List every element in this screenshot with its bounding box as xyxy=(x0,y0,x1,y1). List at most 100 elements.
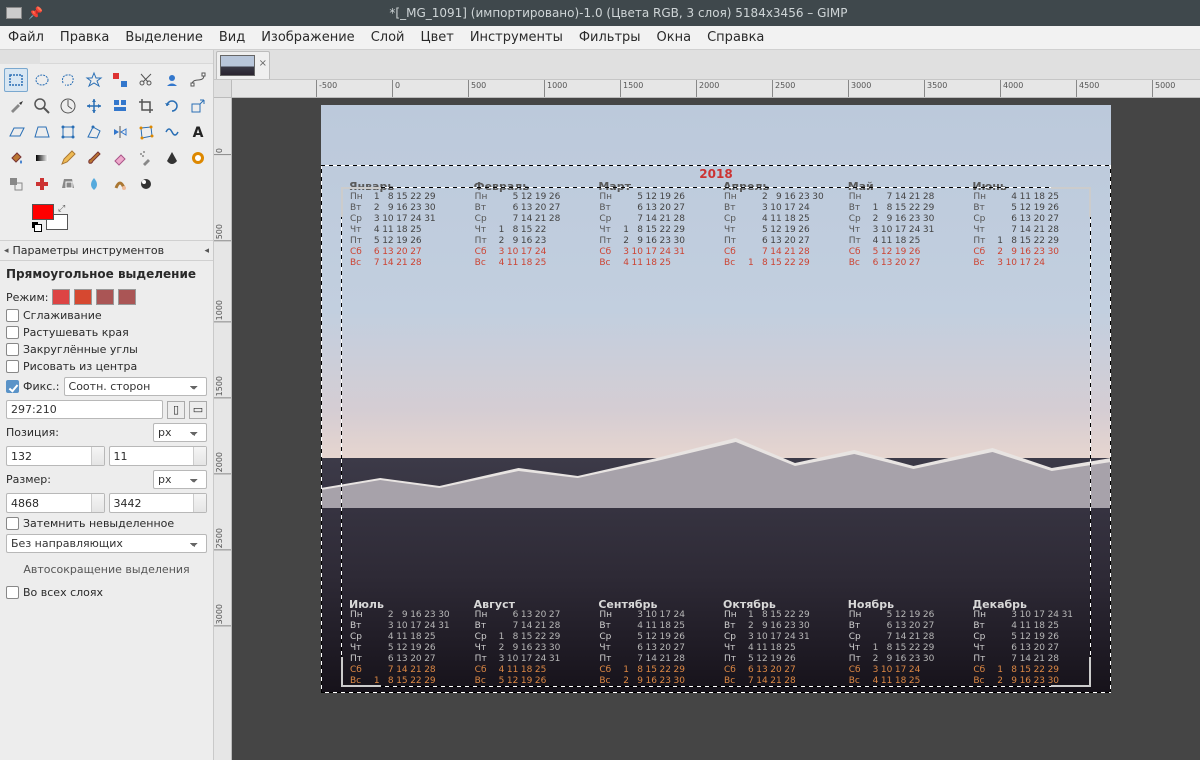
menu-item-слой[interactable]: Слой xyxy=(371,30,405,45)
close-tab-icon[interactable]: × xyxy=(259,58,267,69)
autoshrink-button[interactable]: Автосокращение выделения xyxy=(6,557,207,582)
tool-measure[interactable] xyxy=(56,94,80,118)
size-label: Размер: xyxy=(6,473,149,486)
fg-color-swatch[interactable] xyxy=(32,204,54,220)
tool-zoom[interactable] xyxy=(30,94,54,118)
from-center-check[interactable] xyxy=(6,360,19,373)
all-layers-check[interactable] xyxy=(6,586,19,599)
tool-airbrush[interactable] xyxy=(134,146,158,170)
tool-warp[interactable] xyxy=(160,120,184,144)
tool-foreground-select[interactable] xyxy=(160,68,184,92)
fixed-check[interactable] xyxy=(6,380,19,393)
tool-fuzzy-select[interactable] xyxy=(82,68,106,92)
color-swatches[interactable]: ⤢ xyxy=(0,200,213,240)
tool-dodge[interactable] xyxy=(134,172,158,196)
crop-handle-tl[interactable] xyxy=(341,187,381,217)
menu-item-справка[interactable]: Справка xyxy=(707,30,764,45)
menu-item-окна[interactable]: Окна xyxy=(657,30,692,45)
image-tab[interactable]: × xyxy=(216,51,270,79)
tool-blend[interactable] xyxy=(30,146,54,170)
mountain-graphic xyxy=(321,428,1111,508)
image-tabs: × xyxy=(214,50,1200,80)
rounded-check[interactable] xyxy=(6,343,19,356)
fixed-select[interactable]: Соотн. сторон xyxy=(64,377,207,396)
canvas-area[interactable]: -500050010001500200025003000350040004500… xyxy=(214,80,1200,760)
crop-handle-tr[interactable] xyxy=(1051,187,1091,217)
tool-paintbrush[interactable] xyxy=(82,146,106,170)
tool-free-select[interactable] xyxy=(56,68,80,92)
mode-add[interactable] xyxy=(74,289,92,305)
size-unit[interactable]: px xyxy=(153,470,207,489)
tool-text[interactable]: A xyxy=(186,120,210,144)
reset-colors-icon[interactable] xyxy=(32,222,40,230)
menu-item-правка[interactable]: Правка xyxy=(60,30,109,45)
tool-smudge[interactable] xyxy=(108,172,132,196)
tool-scissors[interactable] xyxy=(134,68,158,92)
tool-options-menu-icon[interactable]: ◂ xyxy=(204,246,209,256)
tool-ellipse-select[interactable] xyxy=(30,68,54,92)
mode-replace[interactable] xyxy=(52,289,70,305)
tool-heal[interactable] xyxy=(30,172,54,196)
tool-blur[interactable] xyxy=(82,172,106,196)
tool-crop[interactable] xyxy=(134,94,158,118)
canvas-viewport[interactable]: 2018 ЯнварьПн18152229Вт29162330Ср3101724… xyxy=(232,98,1200,760)
menu-item-вид[interactable]: Вид xyxy=(219,30,245,45)
horizontal-ruler[interactable]: -500050010001500200025003000350040004500… xyxy=(232,80,1200,98)
tool-unified-transform[interactable] xyxy=(56,120,80,144)
tool-shear[interactable] xyxy=(4,120,28,144)
tool-pencil[interactable] xyxy=(56,146,80,170)
selection-mode-row: Режим: xyxy=(6,289,207,305)
menu-item-цвет[interactable]: Цвет xyxy=(420,30,453,45)
tool-mypaint[interactable] xyxy=(186,146,210,170)
tool-align[interactable] xyxy=(108,94,132,118)
menu-item-фильтры[interactable]: Фильтры xyxy=(579,30,641,45)
size-h-input[interactable]: 3442 xyxy=(109,493,208,513)
collapse-icon[interactable]: ◂ xyxy=(4,246,9,256)
mode-subtract[interactable] xyxy=(96,289,114,305)
tool-color-picker[interactable] xyxy=(4,94,28,118)
pos-x-input[interactable]: 132 xyxy=(6,446,105,466)
crop-handle-br[interactable] xyxy=(1051,657,1091,687)
ruler-corner[interactable] xyxy=(214,80,232,98)
tool-rotate[interactable] xyxy=(160,94,184,118)
tool-eraser[interactable] xyxy=(108,146,132,170)
tool-by-color-select[interactable] xyxy=(108,68,132,92)
menu-item-инструменты[interactable]: Инструменты xyxy=(470,30,563,45)
menu-item-изображение[interactable]: Изображение xyxy=(261,30,354,45)
pos-y-input[interactable]: 11 xyxy=(109,446,208,466)
tool-cage[interactable] xyxy=(134,120,158,144)
pin-icon[interactable]: 📌 xyxy=(28,6,43,20)
tool-perspective[interactable] xyxy=(30,120,54,144)
highlight-check[interactable] xyxy=(6,517,19,530)
tool-options-header: ◂ Параметры инструментов ◂ xyxy=(0,240,213,261)
tool-rect-select[interactable] xyxy=(4,68,28,92)
tool-perspective-clone[interactable] xyxy=(56,172,80,196)
mode-intersect[interactable] xyxy=(118,289,136,305)
orient-portrait-icon[interactable]: ▯ xyxy=(167,401,185,419)
tool-clone[interactable] xyxy=(4,172,28,196)
tool-bucket-fill[interactable] xyxy=(4,146,28,170)
window-titlebar: 📌 *[_MG_1091] (импортировано)-1.0 (Цвета… xyxy=(0,0,1200,26)
tool-scale[interactable] xyxy=(186,94,210,118)
menu-item-выделение[interactable]: Выделение xyxy=(125,30,202,45)
tool-move[interactable] xyxy=(82,94,106,118)
size-w-input[interactable]: 4868 xyxy=(6,493,105,513)
menu-item-файл[interactable]: Файл xyxy=(8,30,44,45)
tool-paths[interactable] xyxy=(186,68,210,92)
calendar-top: 2018 ЯнварьПн18152229Вт29162330Ср3101724… xyxy=(349,167,1083,269)
vertical-ruler[interactable]: 050010001500200025003000 xyxy=(214,98,232,760)
tool-flip[interactable] xyxy=(108,120,132,144)
swap-colors-icon[interactable]: ⤢ xyxy=(58,204,65,214)
tool-ink[interactable] xyxy=(160,146,184,170)
position-unit[interactable]: px xyxy=(153,423,207,442)
image-canvas[interactable]: 2018 ЯнварьПн18152229Вт29162330Ср3101724… xyxy=(321,105,1111,693)
aspect-input[interactable] xyxy=(6,400,163,419)
orient-landscape-icon[interactable]: ▭ xyxy=(189,401,207,419)
dock-header xyxy=(0,50,213,64)
tool-handle-transform[interactable] xyxy=(82,120,106,144)
crop-handle-bl[interactable] xyxy=(341,657,381,687)
app-icon xyxy=(6,7,22,19)
antialias-check[interactable] xyxy=(6,309,19,322)
guides-select[interactable]: Без направляющих xyxy=(6,534,207,553)
feather-check[interactable] xyxy=(6,326,19,339)
